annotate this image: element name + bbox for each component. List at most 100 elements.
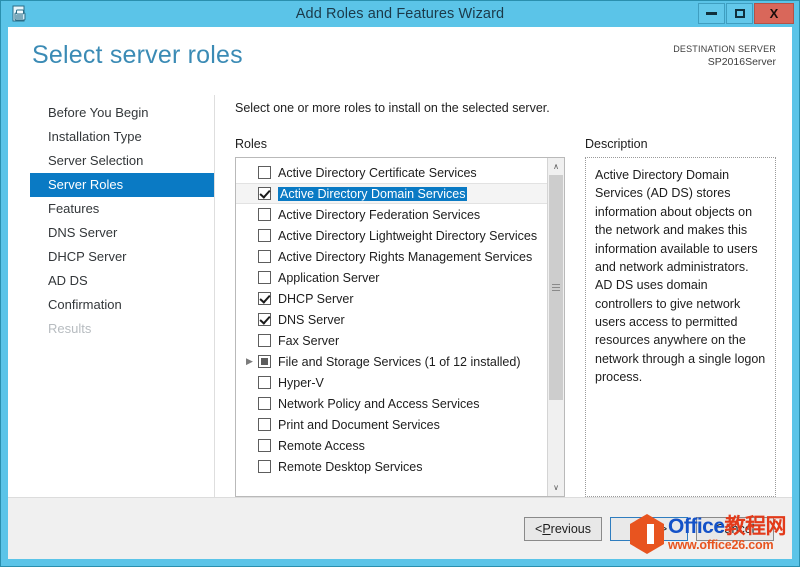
role-label: Remote Desktop Services [278,459,423,474]
role-label: Active Directory Certificate Services [278,165,477,180]
sidebar-item-dhcp-server[interactable]: DHCP Server [30,245,202,269]
role-row[interactable]: DNS Server [236,309,547,330]
roles-pane: Roles Active Directory Certificate Servi… [235,137,565,497]
footer-bar: < Previous Next > Cancel Office 教程网 www.… [8,497,792,559]
role-row[interactable]: ▶ File and Storage Services (1 of 12 inst… [236,351,547,372]
cancel-button[interactable]: Cancel [696,516,774,541]
minimize-button[interactable] [698,3,725,24]
role-checkbox[interactable] [258,292,271,305]
next-label-suffix: ext > [639,521,668,536]
roles-scrollbar[interactable]: ∧ ∨ [547,158,564,496]
role-row[interactable]: Active Directory Domain Services [236,183,547,204]
close-button[interactable]: X [754,3,794,24]
body-area: Before You Begin Installation Type Server … [8,89,792,497]
role-checkbox[interactable] [258,418,271,431]
panes: Roles Active Directory Certificate Servi… [235,137,776,497]
description-label: Description [585,137,648,151]
sidebar-item-features[interactable]: Features [30,197,202,221]
role-label: Active Directory Rights Management Servi… [278,249,533,264]
role-checkbox[interactable] [258,439,271,452]
sidebar-item-server-selection[interactable]: Server Selection [30,149,202,173]
client-area: Select server roles DESTINATION SERVER S… [8,27,792,559]
title-bar: Add Roles and Features Wizard X [1,1,799,27]
sidebar-item-label: Features [48,201,100,216]
role-checkbox[interactable] [258,250,271,263]
role-checkbox[interactable] [258,208,271,221]
scrollbar-thumb[interactable] [549,175,563,400]
sidebar-item-label: DHCP Server [48,249,127,264]
destination-server-value: SP2016Server [707,56,776,69]
role-checkbox[interactable] [258,313,271,326]
role-row[interactable]: Application Server [236,267,547,288]
previous-accesskey: P [542,521,551,536]
sidebar-item-results: Results [30,317,202,341]
role-row[interactable]: Print and Document Services [236,414,547,435]
role-label: Active Directory Federation Services [278,207,481,222]
roles-listbox[interactable]: Active Directory Certificate Services Act… [235,157,565,497]
role-label: Fax Server [278,333,340,348]
role-checkbox[interactable] [258,229,271,242]
role-row[interactable]: Active Directory Certificate Services [236,162,547,183]
sidebar-item-label: Results [48,321,92,336]
window-controls: X [697,3,794,24]
sidebar-item-label: AD DS [48,273,88,288]
previous-label-prefix: < [535,521,543,536]
scrollbar-grip-icon [552,283,560,291]
roles-list[interactable]: Active Directory Certificate Services Act… [236,158,547,496]
role-checkbox[interactable] [258,334,271,347]
instruction-text: Select one or more roles to install on t… [235,101,550,115]
next-button[interactable]: Next > [610,516,688,541]
sidebar-item-dns-server[interactable]: DNS Server [30,221,202,245]
sidebar-item-confirmation[interactable]: Confirmation [30,293,202,317]
description-pane: Description Active Directory Domain Serv… [585,137,776,497]
role-label: Print and Document Services [278,417,440,432]
role-label: Active Directory Lightweight Directory S… [278,228,538,243]
role-label: Application Server [278,270,380,285]
role-label: Remote Access [278,438,365,453]
sidebar-item-installation-type[interactable]: Installation Type [30,125,202,149]
role-checkbox[interactable] [258,397,271,410]
sidebar-item-ad-ds[interactable]: AD DS [30,269,202,293]
role-row[interactable]: Network Policy and Access Services [236,393,547,414]
role-checkbox[interactable] [258,187,271,200]
sidebar-item-label: DNS Server [48,225,118,240]
content-pane: Select one or more roles to install on t… [215,95,792,497]
role-row[interactable]: Active Directory Federation Services [236,204,547,225]
role-checkbox[interactable] [258,271,271,284]
role-row[interactable]: Remote Desktop Services [236,456,547,477]
scrollbar-track[interactable] [548,175,564,479]
expand-triangle-icon[interactable]: ▶ [246,357,258,366]
role-checkbox[interactable] [258,460,271,473]
watermark-url: www.office26.com [668,538,774,553]
role-row[interactable]: Active Directory Rights Management Servi… [236,246,547,267]
wizard-window: Add Roles and Features Wizard X Select s… [0,0,800,567]
role-checkbox[interactable] [258,166,271,179]
role-row[interactable]: Hyper-V [236,372,547,393]
sidebar-item-label: Server Selection [48,153,144,168]
role-label: DNS Server [278,312,345,327]
page-header: Select server roles DESTINATION SERVER S… [8,27,792,89]
maximize-button[interactable] [726,3,753,24]
role-label: Hyper-V [278,375,324,390]
sidebar-item-label: Confirmation [48,297,122,312]
role-row[interactable]: Active Directory Lightweight Directory S… [236,225,547,246]
role-checkbox[interactable] [258,376,271,389]
sidebar-item-label: Before You Begin [48,105,149,120]
sidebar-item-label: Server Roles [48,177,124,192]
previous-button[interactable]: < Previous [524,516,602,541]
window-title: Add Roles and Features Wizard [295,6,505,22]
destination-server: DESTINATION SERVER SP2016Server [673,43,776,69]
sidebar-item-server-roles[interactable]: Server Roles [30,173,214,197]
role-label: DHCP Server [278,291,354,306]
sidebar-item-label: Installation Type [48,129,142,144]
roles-label: Roles [235,137,267,151]
role-row[interactable]: Remote Access [236,435,547,456]
scroll-up-icon[interactable]: ∧ [548,158,564,175]
scroll-down-icon[interactable]: ∨ [548,479,564,496]
role-label: File and Storage Services (1 of 12 insta… [278,354,521,369]
role-checkbox[interactable] [258,355,271,368]
role-row[interactable]: DHCP Server [236,288,547,309]
sidebar-item-before-you-begin[interactable]: Before You Begin [30,101,202,125]
role-row[interactable]: Fax Server [236,330,547,351]
previous-label-suffix: revious [550,521,591,536]
